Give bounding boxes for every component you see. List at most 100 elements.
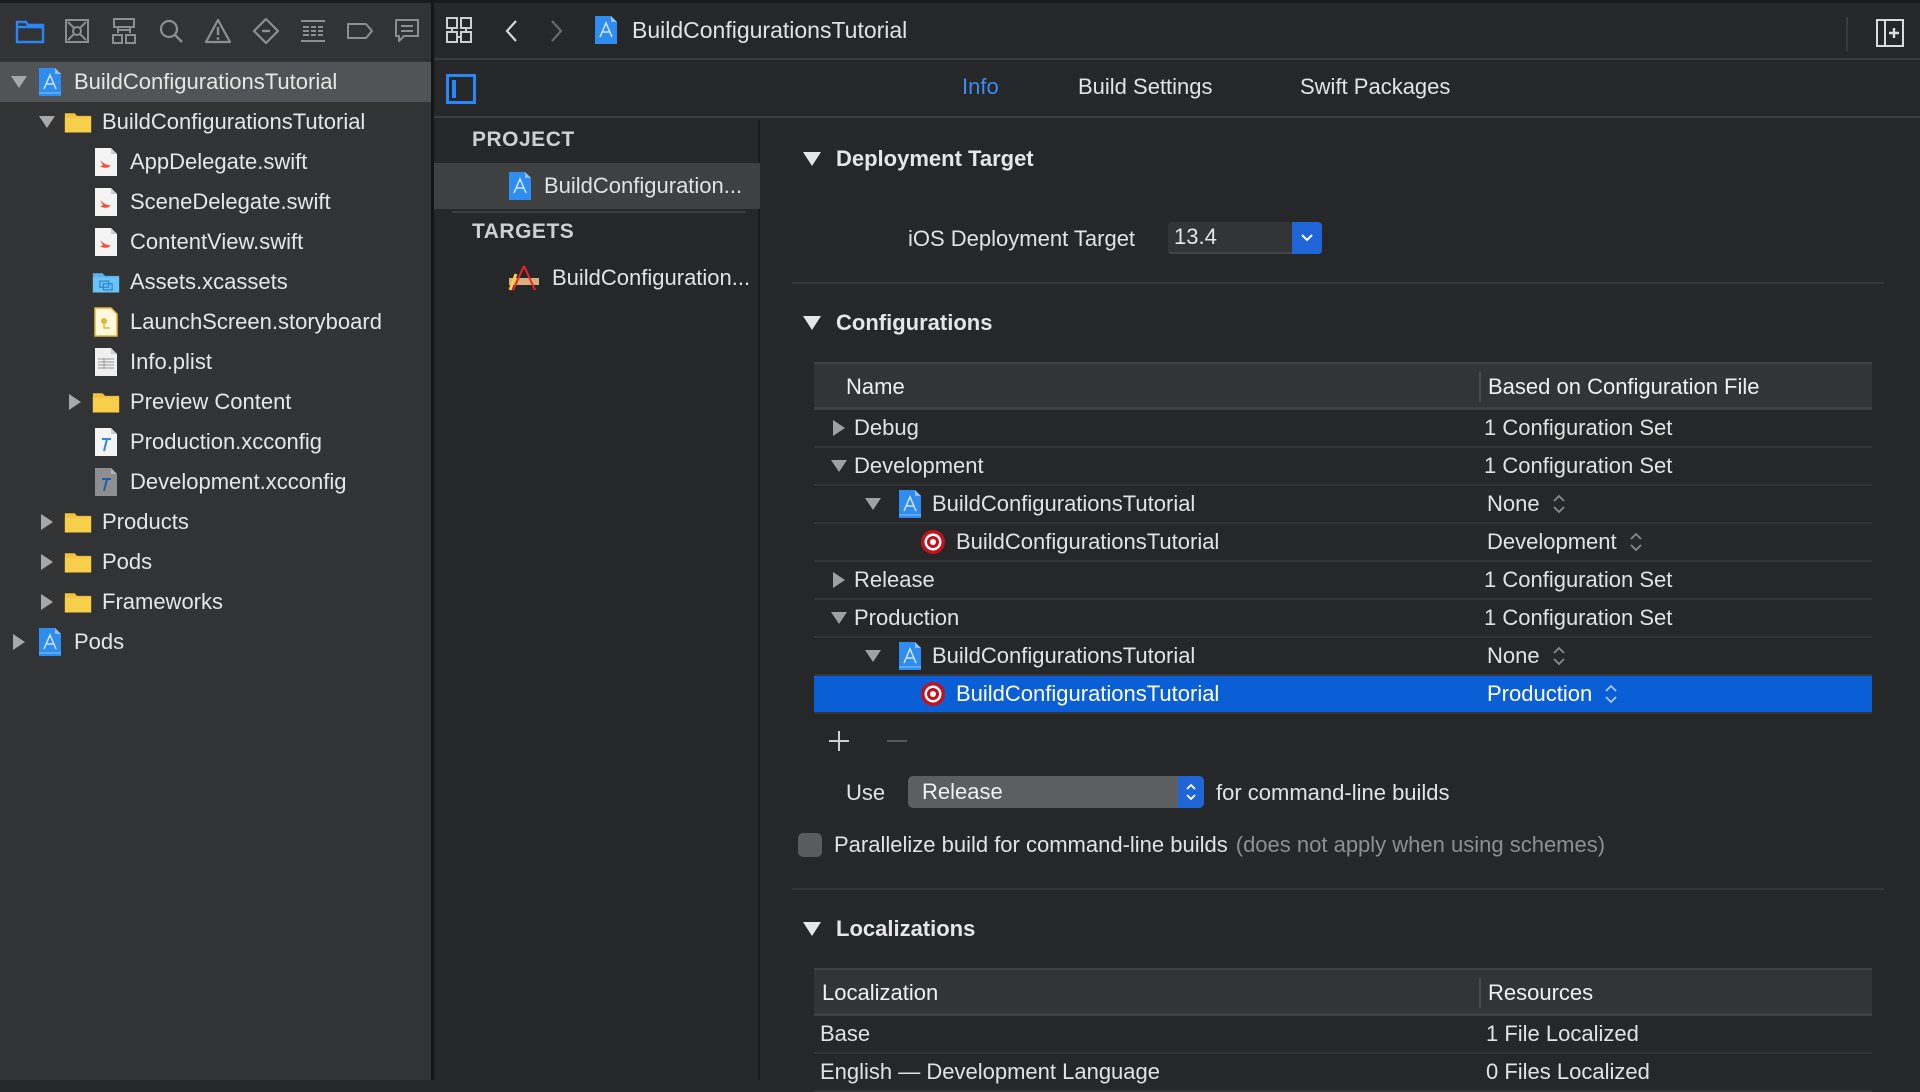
column-header-based-on[interactable]: Based on Configuration File bbox=[1488, 374, 1760, 400]
ios-deployment-target-combobox[interactable]: 13.4 bbox=[1168, 222, 1322, 254]
column-header-resources[interactable]: Resources bbox=[1488, 980, 1593, 1006]
chevron-up-down-icon bbox=[1185, 782, 1197, 802]
configuration-value-label: 1 Configuration Set bbox=[1484, 605, 1673, 630]
issue-navigator-tab[interactable] bbox=[195, 11, 242, 51]
disclosure-closed-icon[interactable] bbox=[828, 571, 850, 589]
tree-item[interactable]: Info.plist bbox=[0, 342, 431, 382]
configuration-value: 1 Configuration Set bbox=[1484, 410, 1672, 446]
tree-item[interactable]: Products bbox=[0, 502, 431, 542]
localization-row[interactable]: English — Development Language 0 Files Lo… bbox=[814, 1054, 1872, 1092]
disclosure-closed-icon[interactable] bbox=[828, 419, 850, 437]
configuration-file-popup[interactable]: None bbox=[1487, 486, 1566, 522]
tree-item[interactable]: Development.xcconfig bbox=[0, 462, 431, 502]
symbol-navigator-tab[interactable] bbox=[100, 11, 147, 51]
localizations-title: Localizations bbox=[836, 916, 976, 941]
report-icon bbox=[393, 17, 421, 45]
configuration-row[interactable]: BuildConfigurationsTutorial None bbox=[814, 638, 1872, 676]
disclosure-open-icon[interactable] bbox=[36, 111, 58, 133]
find-navigator-tab[interactable] bbox=[148, 11, 195, 51]
disclosure-open-icon[interactable] bbox=[862, 649, 884, 663]
command-line-configuration-popup[interactable]: Release bbox=[908, 776, 1204, 808]
disclosure-closed-icon[interactable] bbox=[64, 391, 86, 413]
tree-item[interactable]: AppDelegate.swift bbox=[0, 142, 431, 182]
disclosure-open-icon[interactable] bbox=[8, 71, 30, 93]
disclosure-open-icon[interactable] bbox=[828, 459, 850, 473]
project-item[interactable]: BuildConfiguration... bbox=[434, 163, 760, 209]
report-navigator-tab[interactable] bbox=[384, 11, 431, 51]
tree-item[interactable]: BuildConfigurationsTutorial bbox=[0, 62, 431, 102]
project-navigator-tab[interactable] bbox=[6, 11, 53, 51]
configuration-row[interactable]: BuildConfigurationsTutorial Production bbox=[814, 676, 1872, 714]
back-button[interactable] bbox=[504, 19, 520, 43]
configuration-file-popup[interactable]: Production bbox=[1487, 676, 1618, 712]
parallelize-note: (does not apply when using schemes) bbox=[1235, 832, 1606, 857]
column-header-name[interactable]: Name bbox=[846, 374, 905, 400]
configuration-name-cell: Debug bbox=[828, 410, 919, 446]
configuration-value: 1 Configuration Set bbox=[1484, 448, 1672, 484]
command-line-suffix: for command-line builds bbox=[1216, 780, 1450, 805]
tree-item[interactable]: Frameworks bbox=[0, 582, 431, 622]
localization-row[interactable]: Base 1 File Localized bbox=[814, 1016, 1872, 1054]
combobox-dropdown-button[interactable] bbox=[1292, 222, 1322, 254]
configuration-row[interactable]: Development 1 Configuration Set bbox=[814, 448, 1872, 486]
test-navigator-tab[interactable] bbox=[242, 11, 289, 51]
column-separator[interactable] bbox=[1479, 372, 1481, 402]
tree-item[interactable]: Assets.xcassets bbox=[0, 262, 431, 302]
project-item-label: BuildConfiguration... bbox=[544, 173, 743, 198]
asset-catalog-icon bbox=[92, 266, 120, 298]
related-items-button[interactable] bbox=[446, 17, 472, 43]
disclosure-open-icon[interactable] bbox=[862, 497, 884, 511]
parallelize-label: Parallelize build for command-line build… bbox=[834, 832, 1228, 857]
tab-build-settings[interactable]: Build Settings bbox=[1078, 74, 1213, 100]
disclosure-closed-icon[interactable] bbox=[36, 591, 58, 613]
configuration-file-popup[interactable]: Development bbox=[1487, 524, 1643, 560]
disclosure-open-icon bbox=[802, 921, 822, 937]
column-separator[interactable] bbox=[1479, 978, 1481, 1008]
disclosure-open-icon[interactable] bbox=[828, 611, 850, 625]
configuration-file-popup[interactable]: None bbox=[1487, 638, 1566, 674]
add-editor-button[interactable] bbox=[1876, 19, 1904, 47]
tree-item[interactable]: Production.xcconfig bbox=[0, 422, 431, 462]
debug-navigator-tab[interactable] bbox=[289, 11, 336, 51]
add-configuration-button[interactable] bbox=[828, 730, 850, 752]
configuration-row[interactable]: BuildConfigurationsTutorial None bbox=[814, 486, 1872, 524]
breadcrumb[interactable]: BuildConfigurationsTutorial bbox=[594, 15, 907, 45]
toggle-targets-panel-button[interactable] bbox=[446, 74, 476, 104]
tree-item[interactable]: ContentView.swift bbox=[0, 222, 431, 262]
forward-button[interactable] bbox=[548, 19, 564, 43]
tree-item[interactable]: Preview Content bbox=[0, 382, 431, 422]
folder-icon bbox=[15, 18, 45, 44]
grid-icon bbox=[446, 17, 472, 43]
parallelize-checkbox-row[interactable]: Parallelize build for command-line build… bbox=[798, 832, 1605, 858]
chevron-up-down-icon bbox=[1552, 493, 1566, 515]
tree-item[interactable]: LaunchScreen.storyboard bbox=[0, 302, 431, 342]
remove-configuration-button[interactable] bbox=[886, 730, 908, 752]
parallelize-checkbox[interactable] bbox=[798, 833, 822, 857]
editor-tabbar: Info Build Settings Swift Packages bbox=[434, 60, 1920, 118]
configurations-section[interactable]: Configurations bbox=[802, 310, 992, 336]
deployment-target-section[interactable]: Deployment Target bbox=[802, 146, 1034, 172]
configuration-row[interactable]: Debug 1 Configuration Set bbox=[814, 410, 1872, 448]
localizations-section[interactable]: Localizations bbox=[802, 916, 975, 942]
hierarchy-icon bbox=[110, 17, 138, 45]
breakpoint-navigator-tab[interactable] bbox=[337, 11, 384, 51]
column-header-localization[interactable]: Localization bbox=[822, 980, 938, 1006]
configuration-row[interactable]: Release 1 Configuration Set bbox=[814, 562, 1872, 600]
disclosure-closed-icon[interactable] bbox=[36, 551, 58, 573]
tab-info[interactable]: Info bbox=[962, 74, 999, 100]
configuration-name-cell: BuildConfigurationsTutorial bbox=[862, 638, 1195, 674]
target-item[interactable]: BuildConfiguration... bbox=[434, 255, 760, 301]
project-heading: PROJECT bbox=[472, 128, 575, 151]
tree-item[interactable]: SceneDelegate.swift bbox=[0, 182, 431, 222]
configuration-row[interactable]: Production 1 Configuration Set bbox=[814, 600, 1872, 638]
folder-icon bbox=[92, 386, 120, 418]
tree-item[interactable]: Pods bbox=[0, 542, 431, 582]
source-control-navigator-tab[interactable] bbox=[53, 11, 100, 51]
disclosure-closed-icon[interactable] bbox=[8, 631, 30, 653]
tree-item[interactable]: BuildConfigurationsTutorial bbox=[0, 102, 431, 142]
tab-swift-packages[interactable]: Swift Packages bbox=[1300, 74, 1450, 100]
configuration-row[interactable]: BuildConfigurationsTutorial Development bbox=[814, 524, 1872, 562]
disclosure-closed-icon[interactable] bbox=[36, 511, 58, 533]
tree-item[interactable]: Pods bbox=[0, 622, 431, 662]
